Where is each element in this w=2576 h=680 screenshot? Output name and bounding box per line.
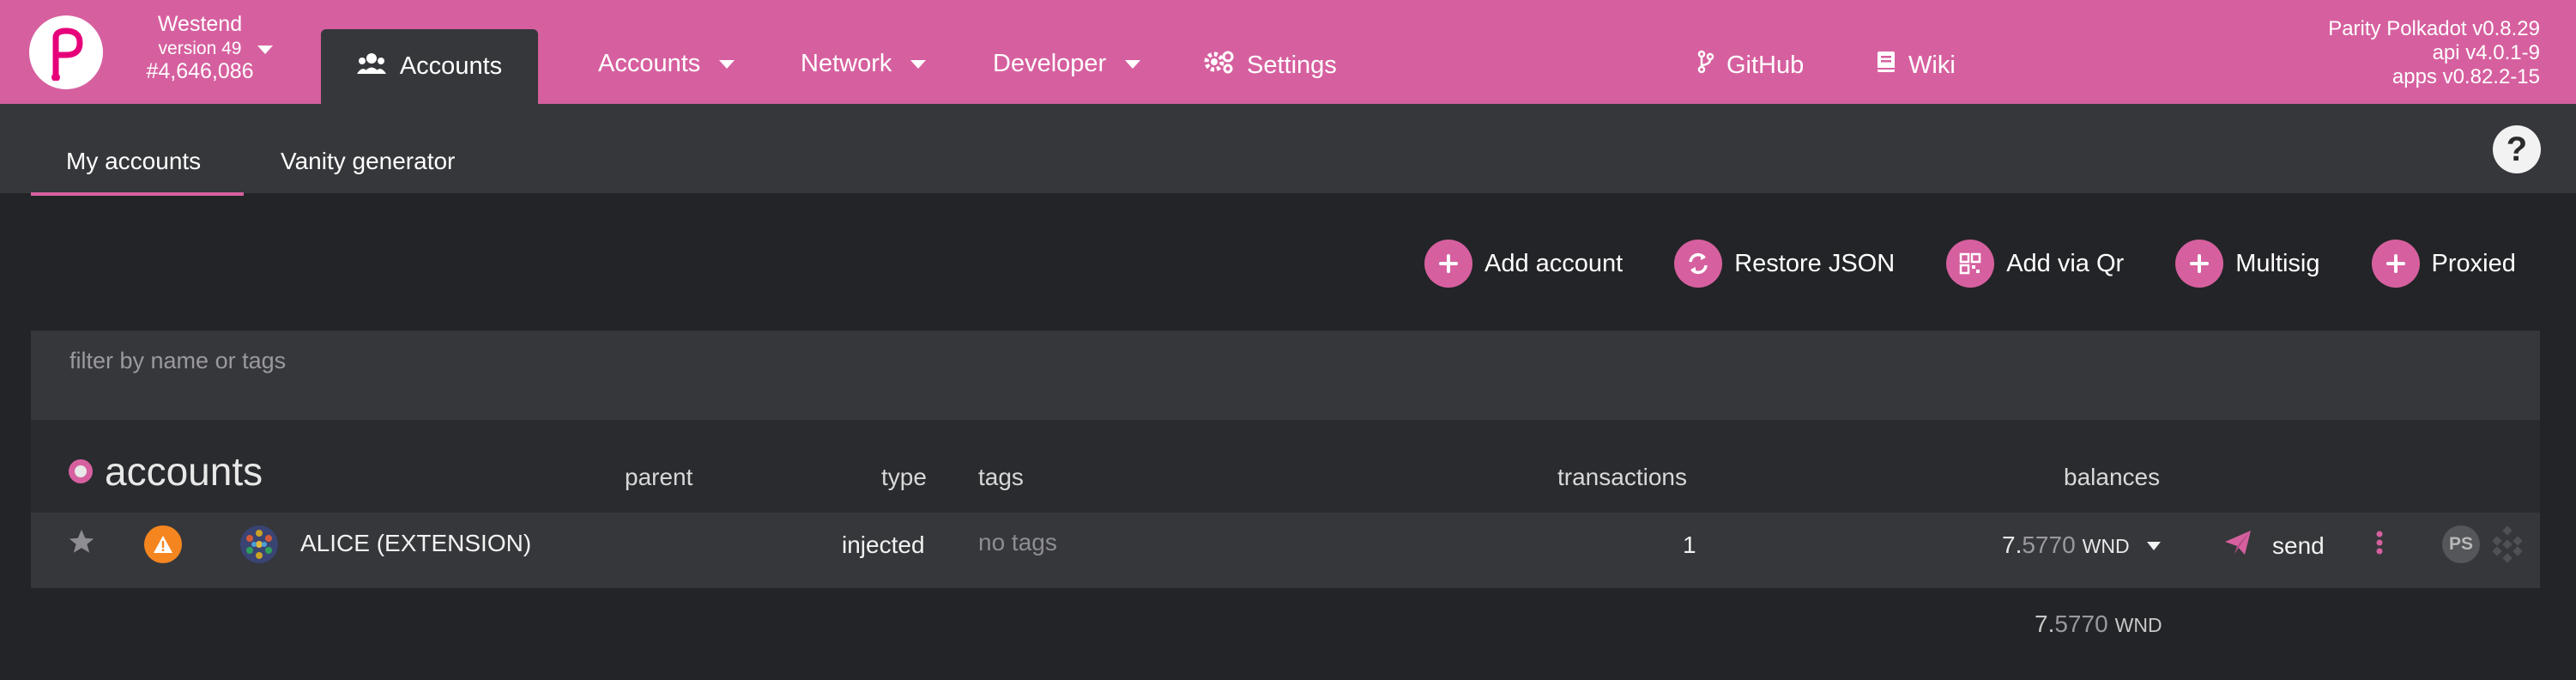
account-transactions: 1 xyxy=(1683,531,1696,558)
account-initials-badge: PS xyxy=(2442,525,2480,563)
accounts-dot-icon xyxy=(69,459,93,483)
button-label: Add account xyxy=(1485,249,1624,277)
restore-json-button[interactable]: Restore JSON xyxy=(1674,240,1895,288)
column-header-type: type xyxy=(881,464,927,490)
chain-name: Westend xyxy=(157,12,243,36)
filter-input[interactable] xyxy=(31,331,2540,391)
api-version: api v4.0.1-9 xyxy=(2432,41,2540,64)
tab-accounts-active[interactable]: Accounts xyxy=(321,29,538,104)
active-tab-indicator xyxy=(31,192,244,196)
account-name[interactable]: ALICE (EXTENSION) xyxy=(300,530,531,557)
nav-developer-menu[interactable]: Developer xyxy=(993,50,1141,78)
kebab-menu-icon[interactable] xyxy=(2375,530,2384,562)
nav-label: GitHub xyxy=(1726,51,1805,79)
account-type: injected xyxy=(842,531,925,558)
total-integer: 7. xyxy=(2035,610,2055,637)
plus-icon xyxy=(2175,240,2224,288)
account-actions: Add account Restore JSON Add via Qr Mult… xyxy=(1424,240,2516,288)
proxied-button[interactable]: Proxied xyxy=(2371,240,2516,288)
nav-label: Wiki xyxy=(1908,51,1956,79)
nav-accounts-menu[interactable]: Accounts xyxy=(598,50,735,78)
add-via-qr-button[interactable]: Add via Qr xyxy=(1946,240,2124,288)
column-header-transactions: transactions xyxy=(1557,464,1687,490)
chevron-down-icon[interactable] xyxy=(257,46,273,54)
qr-icon xyxy=(1946,240,1995,288)
chevron-down-icon xyxy=(719,59,735,69)
column-header-parent: parent xyxy=(625,464,693,490)
node-version: Parity Polkadot v0.8.29 xyxy=(2328,17,2540,40)
total-decimals: 5770 xyxy=(2054,610,2108,637)
nav-label: Settings xyxy=(1247,51,1337,79)
warning-icon xyxy=(144,525,182,563)
account-balance[interactable]: 7.5770 WND xyxy=(2002,531,2130,559)
button-label: Proxied xyxy=(2431,249,2516,277)
chevron-down-icon xyxy=(910,59,927,69)
question-icon[interactable]: ? xyxy=(2493,125,2541,173)
add-account-button[interactable]: Add account xyxy=(1424,240,1623,288)
git-branch-icon xyxy=(1697,50,1714,81)
tab-my-accounts[interactable]: My accounts xyxy=(66,148,201,175)
plus-icon xyxy=(1424,240,1472,288)
version-info: Parity Polkadot v0.8.29 api v4.0.1-9 app… xyxy=(2328,17,2540,89)
paper-plane-icon xyxy=(2224,530,2252,562)
sync-icon xyxy=(1674,240,1723,288)
plus-icon xyxy=(2371,240,2420,288)
chevron-down-icon xyxy=(1125,59,1141,69)
nav-github-link[interactable]: GitHub xyxy=(1697,50,1804,81)
gear-icon xyxy=(1204,50,1235,81)
total-unit: WND xyxy=(2114,614,2162,636)
apps-version: apps v0.82.2-15 xyxy=(2392,65,2540,88)
balance-integer: 7. xyxy=(2002,531,2023,558)
button-label: Restore JSON xyxy=(1734,249,1896,277)
identicon[interactable] xyxy=(240,525,278,563)
filter-panel xyxy=(31,331,2540,420)
nav-label: Developer xyxy=(993,50,1107,77)
star-icon[interactable] xyxy=(67,527,96,562)
multisig-button[interactable]: Multisig xyxy=(2175,240,2320,288)
tab-vanity-generator[interactable]: Vanity generator xyxy=(281,148,455,175)
button-label: Add via Qr xyxy=(2006,249,2125,277)
total-balance: 7.5770 WND xyxy=(2035,610,2162,638)
polkadot-logo-icon[interactable] xyxy=(29,15,103,89)
tab-accounts-label: Accounts xyxy=(399,52,503,80)
column-header-balances: balances xyxy=(2064,464,2161,490)
balance-decimals: 5770 xyxy=(2022,531,2076,558)
users-icon xyxy=(356,52,386,82)
accounts-table-title: accounts xyxy=(69,448,263,495)
send-button[interactable]: send xyxy=(2224,530,2325,562)
nav-network-menu[interactable]: Network xyxy=(801,50,927,78)
qr-pattern-icon[interactable] xyxy=(2488,525,2526,569)
balance-unit: WND xyxy=(2082,535,2130,557)
nav-label: Network xyxy=(801,50,892,77)
book-icon xyxy=(1876,50,1896,81)
send-label: send xyxy=(2272,531,2325,559)
nav-label: Accounts xyxy=(598,50,701,77)
nav-settings[interactable]: Settings xyxy=(1204,50,1337,81)
account-tags[interactable]: no tags xyxy=(978,529,1057,556)
block-number: #4,646,086 xyxy=(146,59,254,83)
balance-caret-icon[interactable] xyxy=(2147,542,2161,550)
table-title: accounts xyxy=(105,449,263,494)
button-label: Multisig xyxy=(2235,249,2320,277)
nav-wiki-link[interactable]: Wiki xyxy=(1876,50,1956,81)
column-header-tags: tags xyxy=(978,464,1024,490)
